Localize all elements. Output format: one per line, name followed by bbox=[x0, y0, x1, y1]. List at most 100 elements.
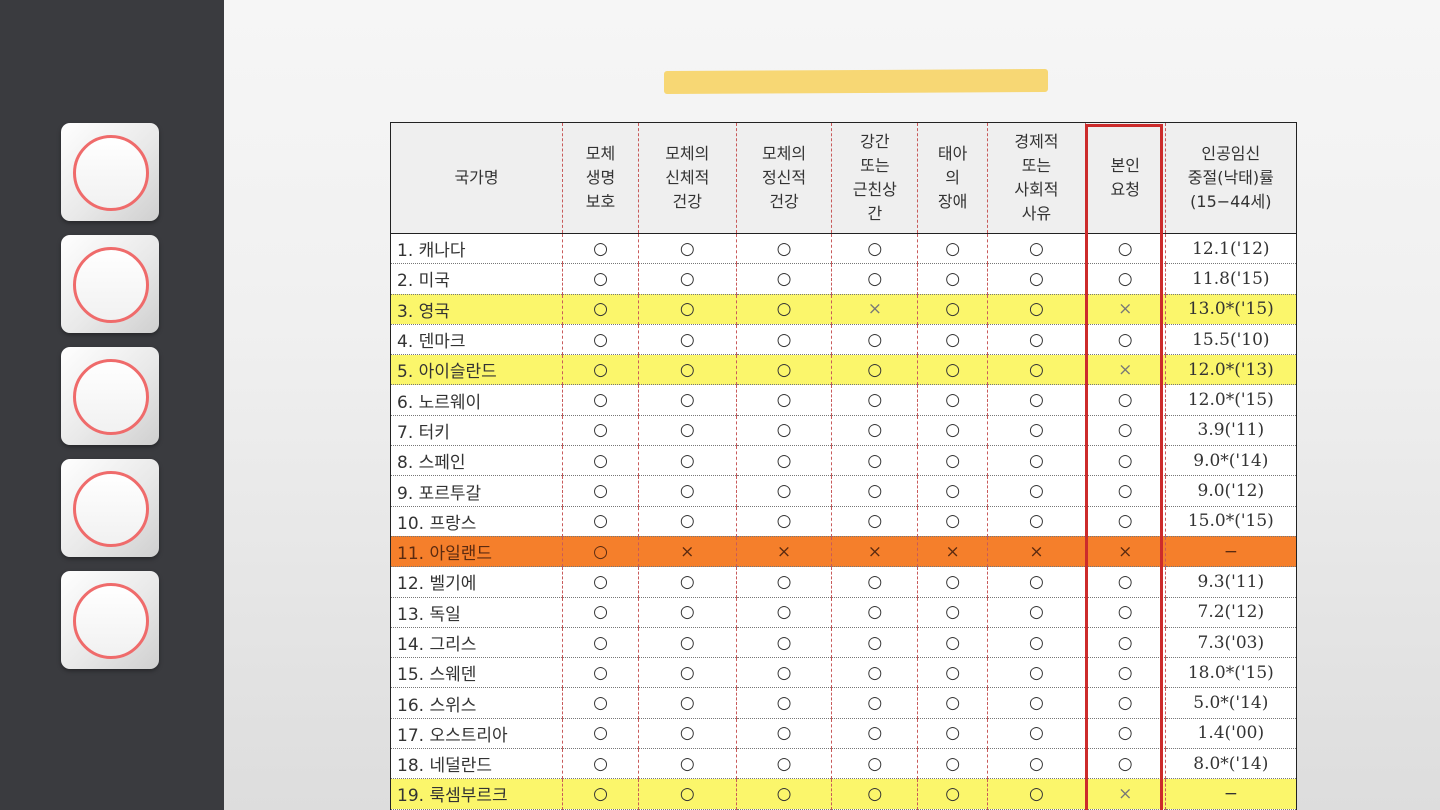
permission-cell: ○ bbox=[562, 778, 639, 810]
permission-cell: × bbox=[987, 536, 1086, 568]
permission-cell: ○ bbox=[1085, 566, 1166, 598]
slide-nav-button-5[interactable] bbox=[61, 571, 159, 669]
country-cell: 9. 포르투갈 bbox=[391, 475, 564, 507]
permission-cell: × bbox=[1085, 536, 1166, 568]
permission-cell: ○ bbox=[638, 687, 737, 719]
country-cell: 10. 프랑스 bbox=[391, 506, 564, 537]
permission-cell: ○ bbox=[917, 687, 989, 719]
permission-cell: ○ bbox=[917, 778, 989, 810]
permission-cell: ○ bbox=[987, 233, 1086, 265]
permission-cell: × bbox=[1085, 778, 1166, 810]
permission-cell: ○ bbox=[987, 263, 1086, 295]
table-row: 4. 덴마크 ○ ○ ○ ○ ○ ○ ○ 15.5('10) bbox=[391, 324, 1296, 356]
slide-nav-button-3[interactable] bbox=[61, 347, 159, 445]
permission-cell: ○ bbox=[638, 627, 737, 659]
permission-cell: ○ bbox=[1085, 506, 1166, 537]
table-row: 8. 스페인 ○ ○ ○ ○ ○ ○ ○ 9.0*('14) bbox=[391, 445, 1296, 477]
table-row: 2. 미국 ○ ○ ○ ○ ○ ○ ○ 11.8('15) bbox=[391, 263, 1296, 295]
permission-cell: ○ bbox=[638, 415, 737, 447]
permission-cell: ○ bbox=[831, 263, 919, 295]
permission-cell: ○ bbox=[1085, 627, 1166, 659]
permission-cell: ○ bbox=[917, 597, 989, 628]
circle-icon bbox=[73, 359, 149, 435]
table-row: 18. 네덜란드 ○ ○ ○ ○ ○ ○ ○ 8.0*('14) bbox=[391, 748, 1296, 780]
permission-cell: ○ bbox=[562, 233, 639, 265]
permission-cell: ○ bbox=[987, 657, 1086, 689]
column-header: 강간 또는 근친상 간 bbox=[831, 123, 919, 234]
permission-cell: ○ bbox=[831, 597, 919, 628]
permission-cell: ○ bbox=[562, 687, 639, 719]
permission-cell: ○ bbox=[917, 566, 989, 598]
permission-cell: ○ bbox=[917, 233, 989, 265]
country-cell: 1. 캐나다 bbox=[391, 233, 564, 265]
permission-cell: ○ bbox=[562, 566, 639, 598]
country-cell: 4. 덴마크 bbox=[391, 324, 564, 356]
circle-icon bbox=[73, 247, 149, 323]
column-header: 인공임신 중절(낙태)률 (15−44세) bbox=[1165, 123, 1296, 234]
permission-cell: ○ bbox=[987, 778, 1086, 810]
table-row: 14. 그리스 ○ ○ ○ ○ ○ ○ ○ 7.3('03) bbox=[391, 627, 1296, 659]
permission-cell: ○ bbox=[1085, 263, 1166, 295]
table-row: 13. 독일 ○ ○ ○ ○ ○ ○ ○ 7.2('12) bbox=[391, 597, 1296, 628]
permission-cell: ○ bbox=[562, 415, 639, 447]
abortion-rate-cell: 1.4('00) bbox=[1165, 718, 1296, 750]
title-highlight-bar bbox=[664, 68, 1048, 95]
permission-cell: ○ bbox=[987, 354, 1086, 386]
permission-cell: × bbox=[831, 294, 919, 325]
permission-cell: ○ bbox=[987, 748, 1086, 780]
permission-cell: ○ bbox=[987, 506, 1086, 537]
permission-cell: ○ bbox=[638, 597, 737, 628]
permission-cell: ○ bbox=[987, 687, 1086, 719]
abortion-rate-cell: 7.3('03) bbox=[1165, 627, 1296, 659]
permission-cell: ○ bbox=[831, 657, 919, 689]
permission-cell: ○ bbox=[736, 597, 833, 628]
permission-cell: ○ bbox=[562, 263, 639, 295]
permission-cell: ○ bbox=[638, 748, 737, 780]
abortion-rate-cell: 7.2('12) bbox=[1165, 597, 1296, 628]
permission-cell: ○ bbox=[736, 445, 833, 477]
permission-cell: ○ bbox=[736, 748, 833, 780]
permission-cell: ○ bbox=[562, 748, 639, 780]
slide-nav-button-1[interactable] bbox=[61, 123, 159, 221]
permission-cell: ○ bbox=[736, 566, 833, 598]
permission-cell: ○ bbox=[917, 748, 989, 780]
country-cell: 14. 그리스 bbox=[391, 627, 564, 659]
permission-cell: ○ bbox=[736, 475, 833, 507]
permission-cell: ○ bbox=[638, 324, 737, 356]
permission-cell: ○ bbox=[736, 718, 833, 750]
permission-cell: ○ bbox=[562, 718, 639, 750]
column-header: 모체 생명 보호 bbox=[562, 123, 639, 234]
permission-cell: ○ bbox=[1085, 384, 1166, 416]
table-row: 17. 오스트리아 ○ ○ ○ ○ ○ ○ ○ 1.4('00) bbox=[391, 718, 1296, 750]
permission-cell: ○ bbox=[562, 597, 639, 628]
country-cell: 17. 오스트리아 bbox=[391, 718, 564, 750]
permission-cell: ○ bbox=[736, 324, 833, 356]
permission-cell: ○ bbox=[831, 718, 919, 750]
permission-cell: ○ bbox=[831, 233, 919, 265]
table-row: 12. 벨기에 ○ ○ ○ ○ ○ ○ ○ 9.3('11) bbox=[391, 566, 1296, 598]
permission-cell: × bbox=[1085, 294, 1166, 325]
table-row: 3. 영국 ○ ○ ○ × ○ ○ × 13.0*('15) bbox=[391, 294, 1296, 325]
permission-cell: ○ bbox=[831, 475, 919, 507]
table-body: 1. 캐나다 ○ ○ ○ ○ ○ ○ ○ 12.1('12) 2. 미국 ○ ○ ○ ○ ○ ○ ○ 11.8('… bbox=[391, 233, 1296, 810]
permission-cell: ○ bbox=[831, 778, 919, 810]
permission-cell: ○ bbox=[736, 384, 833, 416]
table-row: 10. 프랑스 ○ ○ ○ ○ ○ ○ ○ 15.0*('15) bbox=[391, 506, 1296, 537]
permission-cell: ○ bbox=[638, 384, 737, 416]
permission-cell: ○ bbox=[736, 263, 833, 295]
table-row: 19. 룩셈부르크 ○ ○ ○ ○ ○ ○ × − bbox=[391, 778, 1296, 810]
permission-cell: ○ bbox=[987, 718, 1086, 750]
slide-nav-button-4[interactable] bbox=[61, 459, 159, 557]
permission-cell: ○ bbox=[562, 384, 639, 416]
country-cell: 8. 스페인 bbox=[391, 445, 564, 477]
permission-cell: ○ bbox=[1085, 657, 1166, 689]
permission-cell: ○ bbox=[638, 445, 737, 477]
permission-cell: ○ bbox=[917, 294, 989, 325]
permission-cell: ○ bbox=[987, 445, 1086, 477]
slide-nav-button-2[interactable] bbox=[61, 235, 159, 333]
permission-cell: ○ bbox=[638, 718, 737, 750]
permission-cell: ○ bbox=[987, 294, 1086, 325]
permission-cell: ○ bbox=[987, 475, 1086, 507]
permission-cell: ○ bbox=[831, 384, 919, 416]
permission-cell: ○ bbox=[562, 627, 639, 659]
